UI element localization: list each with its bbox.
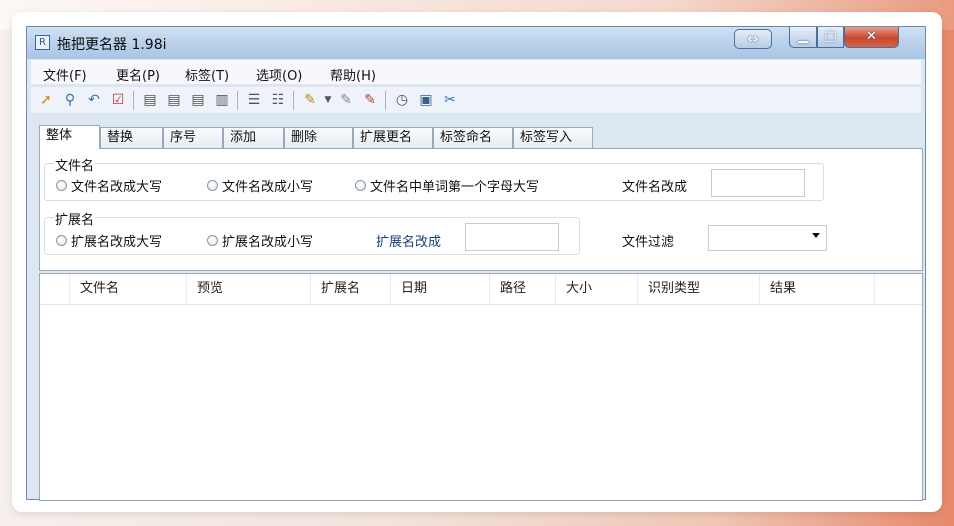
tab-overall[interactable]: 整体	[39, 125, 100, 149]
tab-replace[interactable]: 替换	[100, 127, 163, 148]
title-bar[interactable]: R 拖把更名器 1.98i ⇔ ▁ □ ✕	[27, 27, 925, 59]
minimize-button[interactable]: ▁	[789, 27, 817, 48]
toolbar-separator	[385, 91, 386, 110]
tools-icon[interactable]: ✂	[441, 91, 459, 109]
tag-doc-icon[interactable]: ▥	[213, 91, 231, 109]
options-panel: 文件名 文件名改成大写 文件名改成小写 文件名中单词第一个字母大写 文件名改成 …	[39, 148, 923, 271]
open-folder-icon[interactable]: ➚	[37, 91, 55, 109]
search-icon[interactable]: ⚲	[61, 91, 79, 109]
tab-strip: 整体 替换 序号 添加 删除 扩展更名 标签命名 标签写入	[39, 125, 639, 149]
column-preview[interactable]: 预览	[187, 274, 311, 304]
toolbar-separator	[237, 91, 238, 110]
file-filter-select[interactable]	[708, 225, 827, 251]
check-icon[interactable]: ☑	[109, 91, 127, 109]
column-marker	[40, 274, 70, 304]
column-extension[interactable]: 扩展名	[311, 274, 391, 304]
undo-icon[interactable]: ↶	[85, 91, 103, 109]
radio-filename-uppercase[interactable]: 文件名改成大写	[56, 176, 162, 195]
menu-rename[interactable]: 更名(P)	[116, 65, 160, 84]
resize-icon[interactable]: ⇔	[734, 29, 772, 49]
column-result[interactable]: 结果	[760, 274, 875, 304]
chevron-down-icon[interactable]	[812, 233, 820, 238]
pen-delete-icon[interactable]: ✎	[361, 91, 379, 109]
radio-filename-capitalize[interactable]: 文件名中单词第一个字母大写	[355, 176, 539, 195]
toolbar-separator	[293, 91, 294, 110]
app-icon: R	[35, 35, 50, 50]
column-filename[interactable]: 文件名	[70, 274, 187, 304]
tab-sequence[interactable]: 序号	[163, 127, 223, 148]
radio-extension-lowercase[interactable]: 扩展名改成小写	[207, 231, 313, 250]
column-size[interactable]: 大小	[556, 274, 638, 304]
clock-icon[interactable]: ◷	[393, 91, 411, 109]
filename-rename-input[interactable]	[711, 169, 805, 197]
list-icon[interactable]: ☰	[245, 91, 263, 109]
toolbar: ➚ ⚲ ↶ ☑ ▤ ▤ ▤ ▥ ☰ ☷ ✎ ▼ ✎ ✎ ◷ ▣ ✂	[31, 87, 921, 113]
filename-rename-label: 文件名改成	[622, 180, 688, 195]
list-icon[interactable]: ☷	[269, 91, 287, 109]
radio-circle[interactable]	[56, 235, 67, 246]
pen-icon[interactable]: ✎	[301, 91, 319, 109]
radio-filename-lowercase[interactable]: 文件名改成小写	[207, 176, 313, 195]
menu-tag[interactable]: 标签(T)	[185, 65, 229, 84]
filename-group-label: 文件名	[54, 155, 96, 174]
column-path[interactable]: 路径	[490, 274, 556, 304]
tab-tag-write[interactable]: 标签写入	[513, 127, 593, 148]
radio-circle[interactable]	[56, 180, 67, 191]
extension-rename-input[interactable]	[465, 223, 559, 251]
extension-group-label: 扩展名	[54, 209, 96, 228]
window-icon[interactable]: ▣	[417, 91, 435, 109]
tag-doc-icon[interactable]: ▤	[189, 91, 207, 109]
radio-circle[interactable]	[207, 235, 218, 246]
radio-circle[interactable]	[207, 180, 218, 191]
file-list[interactable]: 文件名 预览 扩展名 日期 路径 大小 识别类型 结果	[39, 273, 923, 501]
extension-rename-label: 扩展名改成	[376, 235, 442, 250]
list-header: 文件名 预览 扩展名 日期 路径 大小 识别类型 结果	[40, 274, 922, 305]
radio-extension-uppercase[interactable]: 扩展名改成大写	[56, 231, 162, 250]
maximize-button[interactable]: □	[817, 27, 844, 48]
column-type[interactable]: 识别类型	[638, 274, 760, 304]
tag-doc-icon[interactable]: ▤	[165, 91, 183, 109]
app-window: R 拖把更名器 1.98i ⇔ ▁ □ ✕ 文件(F) 更名(P) 标签(T) …	[26, 26, 926, 501]
tab-tag-naming[interactable]: 标签命名	[433, 127, 513, 148]
close-button[interactable]: ✕	[844, 27, 899, 48]
dropdown-icon[interactable]: ▼	[319, 91, 337, 109]
tab-extension-rename[interactable]: 扩展更名	[353, 127, 433, 148]
column-date[interactable]: 日期	[391, 274, 490, 304]
tab-add[interactable]: 添加	[223, 127, 284, 148]
tab-delete[interactable]: 删除	[284, 127, 353, 148]
file-filter-label: 文件过滤	[622, 235, 675, 250]
tag-doc-icon[interactable]: ▤	[141, 91, 159, 109]
toolbar-separator	[133, 91, 134, 110]
pen-icon[interactable]: ✎	[337, 91, 355, 109]
radio-circle[interactable]	[355, 180, 366, 191]
window-title: 拖把更名器 1.98i	[57, 37, 167, 53]
menu-options[interactable]: 选项(O)	[256, 65, 302, 84]
menu-file[interactable]: 文件(F)	[43, 65, 87, 84]
menu-bar: 文件(F) 更名(P) 标签(T) 选项(O) 帮助(H)	[31, 60, 921, 84]
menu-help[interactable]: 帮助(H)	[330, 65, 376, 84]
